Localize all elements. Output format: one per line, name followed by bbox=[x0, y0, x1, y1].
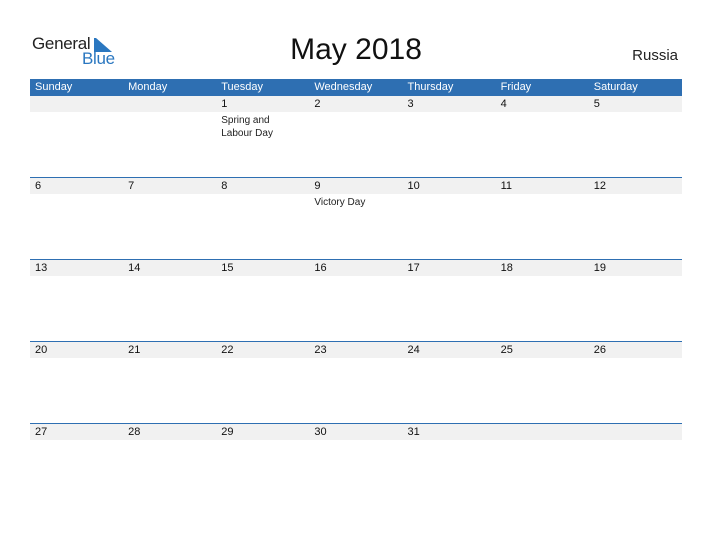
day-number: 6 bbox=[35, 180, 42, 192]
country-label: Russia bbox=[632, 47, 678, 64]
holiday-label: Victory Day bbox=[314, 197, 366, 208]
day-number: 25 bbox=[500, 344, 513, 356]
day-number bbox=[123, 96, 216, 112]
holiday-label bbox=[403, 440, 496, 442]
week-row: 20 21 22 23 24 25 26 bbox=[30, 341, 682, 423]
holiday-label bbox=[30, 194, 123, 209]
calendar-grid: Sunday Monday Tuesday Wednesday Thursday… bbox=[30, 79, 682, 505]
date-strip: 20 21 22 23 24 25 26 bbox=[30, 342, 682, 358]
day-number: 16 bbox=[314, 262, 327, 274]
holiday-label bbox=[496, 112, 589, 140]
week-row: 27 28 29 30 31 bbox=[30, 423, 682, 505]
weekday-wednesday: Wednesday bbox=[314, 81, 373, 93]
holiday-label bbox=[309, 276, 402, 278]
date-strip: 1 2 3 4 5 bbox=[30, 96, 682, 112]
holiday-label bbox=[496, 194, 589, 209]
holiday-label bbox=[216, 276, 309, 278]
holiday-label bbox=[123, 112, 216, 140]
holiday-label bbox=[589, 194, 682, 209]
day-number bbox=[496, 424, 589, 440]
holiday-label bbox=[589, 112, 682, 140]
day-number: 1 bbox=[221, 98, 228, 110]
day-number: 23 bbox=[314, 344, 327, 356]
holiday-label bbox=[403, 358, 496, 360]
day-number: 12 bbox=[593, 180, 606, 192]
day-number: 3 bbox=[407, 98, 414, 110]
holiday-label: Spring and Labour Day bbox=[221, 115, 273, 139]
day-number: 7 bbox=[128, 180, 135, 192]
day-number: 9 bbox=[314, 180, 321, 192]
day-number: 28 bbox=[128, 426, 141, 438]
day-number: 20 bbox=[35, 344, 48, 356]
weekday-sunday: Sunday bbox=[35, 81, 73, 93]
holiday-label bbox=[403, 112, 496, 140]
holiday-label bbox=[123, 358, 216, 360]
weekday-friday: Friday bbox=[500, 81, 532, 93]
holiday-label bbox=[309, 440, 402, 442]
holiday-label bbox=[589, 358, 682, 360]
day-number: 24 bbox=[407, 344, 420, 356]
weekday-saturday: Saturday bbox=[593, 81, 638, 93]
weekday-header: Sunday Monday Tuesday Wednesday Thursday… bbox=[30, 79, 682, 96]
events-row bbox=[30, 440, 682, 442]
holiday-label bbox=[123, 276, 216, 278]
day-number: 2 bbox=[314, 98, 321, 110]
holiday-label bbox=[496, 358, 589, 360]
events-row: Spring and Labour Day bbox=[30, 112, 682, 140]
holiday-label bbox=[309, 112, 402, 140]
day-number: 29 bbox=[221, 426, 234, 438]
day-number: 8 bbox=[221, 180, 228, 192]
day-number: 27 bbox=[35, 426, 48, 438]
day-number bbox=[30, 96, 123, 112]
holiday-label bbox=[496, 276, 589, 278]
events-row bbox=[30, 358, 682, 360]
holiday-label bbox=[123, 440, 216, 442]
day-number: 21 bbox=[128, 344, 141, 356]
day-number: 18 bbox=[500, 262, 513, 274]
weekday-thursday: Thursday bbox=[407, 81, 454, 93]
day-number: 31 bbox=[407, 426, 420, 438]
holiday-label bbox=[30, 112, 123, 140]
day-number: 14 bbox=[128, 262, 141, 274]
events-row bbox=[30, 276, 682, 278]
holiday-label bbox=[216, 194, 309, 209]
day-number: 11 bbox=[500, 180, 513, 192]
holiday-label bbox=[496, 440, 589, 442]
holiday-label bbox=[30, 276, 123, 278]
day-number: 13 bbox=[35, 262, 48, 274]
day-number: 19 bbox=[593, 262, 606, 274]
week-row: 6 7 8 9 10 11 12 Victory Day bbox=[30, 177, 682, 259]
day-number: 4 bbox=[500, 98, 507, 110]
day-number: 5 bbox=[593, 98, 600, 110]
day-number: 22 bbox=[221, 344, 234, 356]
holiday-label bbox=[30, 440, 123, 442]
date-strip: 27 28 29 30 31 bbox=[30, 424, 682, 440]
weekday-monday: Monday bbox=[128, 81, 168, 93]
day-number: 30 bbox=[314, 426, 327, 438]
events-row: Victory Day bbox=[30, 194, 682, 209]
holiday-label bbox=[216, 440, 309, 442]
date-strip: 13 14 15 16 17 18 19 bbox=[30, 260, 682, 276]
holiday-label bbox=[403, 276, 496, 278]
holiday-label bbox=[309, 358, 402, 360]
holiday-label bbox=[589, 440, 682, 442]
holiday-label bbox=[123, 194, 216, 209]
day-number: 17 bbox=[407, 262, 420, 274]
holiday-label bbox=[589, 276, 682, 278]
day-number: 26 bbox=[593, 344, 606, 356]
weekday-tuesday: Tuesday bbox=[221, 81, 264, 93]
day-number: 15 bbox=[221, 262, 234, 274]
holiday-label bbox=[216, 358, 309, 360]
holiday-label bbox=[403, 194, 496, 209]
week-row: 1 2 3 4 5 Spring and Labour Day bbox=[30, 96, 682, 177]
day-number bbox=[589, 424, 682, 440]
day-number: 10 bbox=[407, 180, 420, 192]
holiday-label bbox=[30, 358, 123, 360]
date-strip: 6 7 8 9 10 11 12 bbox=[30, 178, 682, 194]
week-row: 13 14 15 16 17 18 19 bbox=[30, 259, 682, 341]
calendar-title: May 2018 bbox=[290, 33, 422, 66]
